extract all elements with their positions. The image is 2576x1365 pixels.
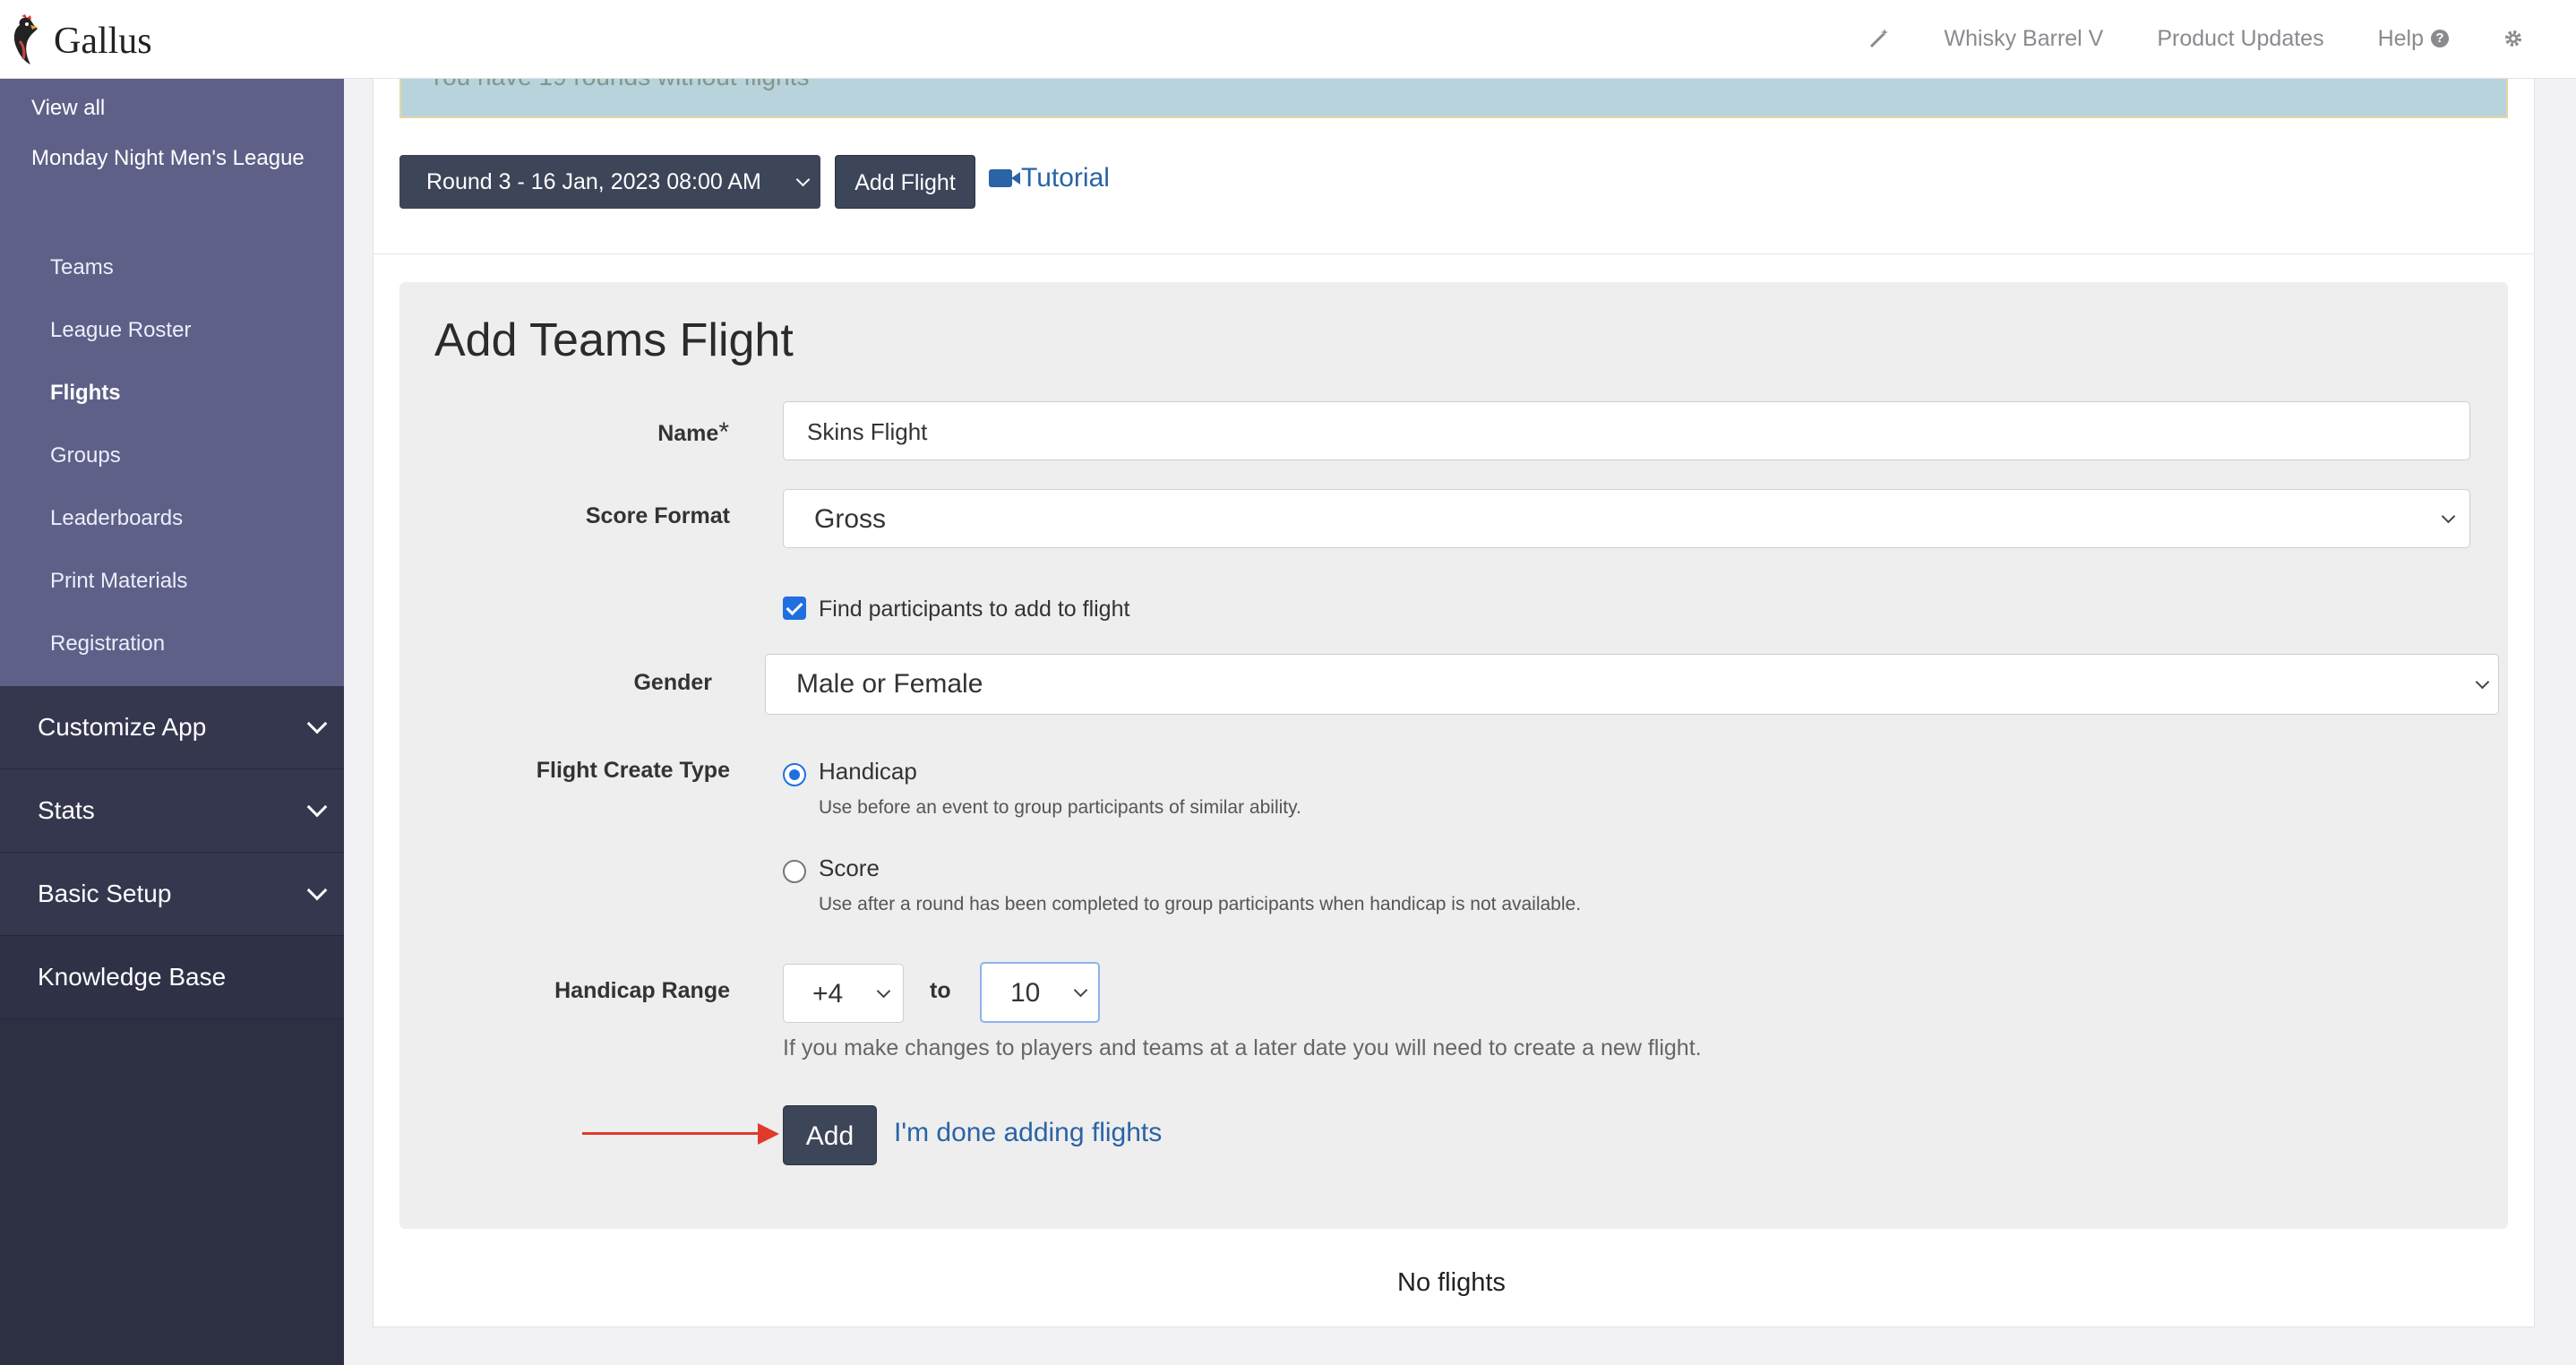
- product-updates-link[interactable]: Product Updates: [2157, 26, 2323, 52]
- league-subnav: View all Monday Night Men's League Teams…: [0, 79, 344, 686]
- sidebar-item-customize-app[interactable]: Customize App: [0, 686, 344, 769]
- tutorial-label: Tutorial: [1021, 163, 1110, 193]
- sidebar-main-label: Customize App: [38, 713, 207, 741]
- score-radio[interactable]: [783, 860, 806, 883]
- sidebar-item-basic-setup[interactable]: Basic Setup: [0, 853, 344, 936]
- required-mark: *: [718, 417, 729, 447]
- gear-icon-svg: [2505, 30, 2521, 47]
- range-to-word: to: [930, 978, 951, 1003]
- round-select[interactable]: Round 3 - 16 Jan, 2023 08:00 AM: [399, 155, 820, 209]
- top-bar: Gallus Whisky Barrel V Product Updates H…: [0, 0, 2576, 79]
- chevron-down-icon: [2441, 509, 2456, 524]
- find-participants-label: Find participants to add to flight: [819, 597, 1130, 622]
- handicap-radio[interactable]: [783, 763, 806, 786]
- sidebar-item-flights[interactable]: Flights: [0, 362, 344, 425]
- name-input-value: Skins Flight: [807, 418, 928, 445]
- wand-icon-svg: [1869, 29, 1888, 48]
- sidebar-item-print-materials[interactable]: Print Materials: [0, 550, 344, 613]
- divider: [373, 253, 2535, 254]
- add-flight-button[interactable]: Add Flight: [835, 155, 975, 209]
- find-participants-checkbox[interactable]: [783, 597, 806, 620]
- score-help-text: Use after a round has been completed to …: [819, 894, 1582, 914]
- score-format-select[interactable]: Gross: [783, 489, 2470, 548]
- video-camera-icon: [989, 169, 1020, 187]
- score-format-label: Score Format: [585, 503, 730, 528]
- handicap-range-to-select[interactable]: 10: [980, 962, 1100, 1023]
- sidebar-item-teams[interactable]: Teams: [0, 236, 344, 299]
- gear-icon[interactable]: [2503, 28, 2524, 49]
- score-format-value: Gross: [814, 504, 887, 534]
- chevron-down-icon: [306, 713, 328, 734]
- question-circle-icon: ?: [2431, 30, 2449, 47]
- name-label: Name*: [537, 417, 729, 448]
- name-label-text: Name: [657, 421, 719, 446]
- sidebar-item-leaderboards[interactable]: Leaderboards: [0, 487, 344, 550]
- chevron-down-icon: [2475, 674, 2490, 690]
- sidebar-view-all[interactable]: View all: [0, 84, 344, 143]
- event-switcher-link[interactable]: Whisky Barrel V: [1945, 26, 2104, 52]
- sidebar-item-registration[interactable]: Registration: [0, 613, 344, 675]
- chevron-down-icon: [876, 983, 891, 999]
- sidebar-main-label: Stats: [38, 796, 95, 824]
- flight-change-note: If you make changes to players and teams…: [783, 1035, 1702, 1060]
- gender-select[interactable]: Male or Female: [765, 654, 2499, 715]
- score-radio-label: Score: [819, 854, 880, 881]
- help-label: Help: [2377, 25, 2424, 51]
- sidebar-league-name[interactable]: Monday Night Men's League: [0, 143, 344, 236]
- add-button[interactable]: Add: [783, 1105, 877, 1165]
- handicap-range-label: Handicap Range: [554, 978, 730, 1003]
- top-nav: Whisky Barrel V Product Updates Help ?: [1814, 0, 2524, 77]
- range-to-value: 10: [1010, 978, 1041, 1008]
- name-input[interactable]: Skins Flight: [783, 401, 2470, 460]
- handicap-range-from-select[interactable]: +4: [783, 964, 904, 1023]
- sidebar-main-label: Basic Setup: [38, 880, 172, 907]
- sidebar-item-stats[interactable]: Stats: [0, 769, 344, 853]
- form-title: Add Teams Flight: [434, 314, 794, 366]
- sidebar: View all Monday Night Men's League Teams…: [0, 79, 344, 1365]
- sidebar-item-league-roster[interactable]: League Roster: [0, 299, 344, 362]
- gender-label: Gender: [633, 670, 712, 695]
- sidebar-main-label: Knowledge Base: [38, 963, 227, 991]
- chevron-down-icon: [795, 172, 811, 187]
- handicap-help-text: Use before an event to group participant…: [819, 797, 1301, 818]
- chevron-down-icon: [1073, 983, 1088, 998]
- help-menu[interactable]: Help ?: [2378, 26, 2449, 52]
- rooster-logo-icon: [13, 14, 38, 64]
- no-flights-text: No flights: [1397, 1268, 1506, 1297]
- chevron-down-icon: [306, 796, 328, 818]
- handicap-radio-label: Handicap: [819, 758, 917, 785]
- app-logo[interactable]: Gallus: [11, 14, 152, 68]
- round-select-value: Round 3 - 16 Jan, 2023 08:00 AM: [426, 169, 761, 194]
- range-from-value: +4: [812, 979, 844, 1009]
- annotation-arrow-head: [758, 1123, 779, 1145]
- tutorial-link[interactable]: Tutorial: [989, 163, 1110, 193]
- magic-wand-icon[interactable]: [1868, 27, 1891, 50]
- annotation-arrow-line: [582, 1132, 761, 1135]
- flight-create-type-label: Flight Create Type: [536, 758, 730, 783]
- chevron-down-icon: [306, 880, 328, 901]
- app-name: Gallus: [54, 21, 152, 62]
- done-adding-flights-link[interactable]: I'm done adding flights: [894, 1118, 1162, 1148]
- sidebar-item-groups[interactable]: Groups: [0, 425, 344, 487]
- sidebar-item-knowledge-base[interactable]: Knowledge Base: [0, 936, 344, 1019]
- gender-value: Male or Female: [796, 669, 983, 699]
